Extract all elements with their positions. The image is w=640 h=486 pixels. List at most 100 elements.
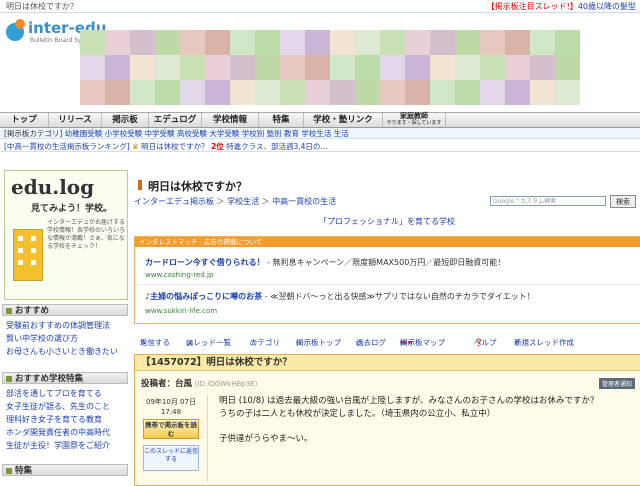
board-top-label: 掲示板トップ xyxy=(296,338,341,347)
mosaic-tile xyxy=(405,55,430,80)
mosaic-tile xyxy=(130,55,155,80)
mosaic-tile xyxy=(555,80,580,105)
category-link[interactable]: 塾別 xyxy=(267,129,282,138)
nav-tutor[interactable]: 家庭教師 やります・探しています xyxy=(383,113,446,127)
post-body-line: 明日 (10/8) は過去最大級の強い台風が上陸しますが、みなさんのお子さんの学… xyxy=(219,396,599,406)
ranking-link[interactable]: [中高一貫校の生活掲示板ランキング] xyxy=(4,142,130,151)
hot-thread-link[interactable]: 40歳以降の髪型 xyxy=(578,2,636,11)
hot-thread-ticker[interactable]: 【掲示板注目スレッド!】40歳以降の髪型 xyxy=(487,1,636,12)
mosaic-tile xyxy=(430,55,455,80)
nav-school-info[interactable]: 学校情報 xyxy=(202,113,259,127)
mosaic-tile xyxy=(455,55,480,80)
search-button[interactable]: 検索 xyxy=(610,195,636,208)
sidebar-link[interactable]: 賢い中学校の選び方 xyxy=(6,333,78,345)
mosaic-tile xyxy=(230,80,255,105)
category-link[interactable]: 教育 xyxy=(284,129,299,138)
ad-1-text: - 無利息キャンペーン／限度額MAX500万円／最短即日融資可能！ xyxy=(264,258,506,267)
rank-2-badge: 2位 xyxy=(211,142,224,151)
sidebar-section-school-feature: おすすめ学校特集 xyxy=(2,372,128,384)
category-link[interactable]: 生活 xyxy=(334,129,349,138)
ad-header[interactable]: インタレストマッチ - 広告の掲載について xyxy=(135,237,640,247)
ad-1[interactable]: カードローン今すぐ借りられる！ - 無利息キャンペーン／限度額MAX500万円／… xyxy=(145,257,505,268)
mosaic-tile xyxy=(205,30,230,55)
ranking-second[interactable]: 特進クラス、部活週3,4日の... xyxy=(226,142,327,151)
mosaic-tile xyxy=(355,80,380,105)
category-link[interactable]: 幼稚園受験 xyxy=(65,129,103,138)
mosaic-tile xyxy=(155,55,180,80)
mosaic-tile xyxy=(380,80,405,105)
search-input[interactable]: Google™カスタム検索 xyxy=(490,196,606,206)
mosaic-tile xyxy=(530,30,555,55)
edulog-title: edu.log xyxy=(11,175,95,199)
mosaic-tile xyxy=(105,80,130,105)
mosaic-tile xyxy=(455,80,480,105)
nav-tutor-sub: やります・探しています xyxy=(386,120,442,126)
nav-school-links[interactable]: 学校・塾リンク xyxy=(304,113,383,127)
promo-link[interactable]: 「プロフェッショナル」を育てる学校 xyxy=(134,216,640,227)
mosaic-tile xyxy=(330,30,355,55)
ad-divider xyxy=(135,284,640,285)
mosaic-tile xyxy=(305,80,330,105)
category-link[interactable]: 学校別 xyxy=(242,129,265,138)
category-link[interactable]: 中学受験 xyxy=(145,129,175,138)
mobile-read-button[interactable]: 携帯で掲示板を読む xyxy=(143,419,199,439)
sidebar-link[interactable]: 女子生徒が語る、先生のこと xyxy=(6,401,110,413)
hot-label: 【掲示板注目スレッド!】 xyxy=(486,2,578,11)
mosaic-tile xyxy=(205,80,230,105)
ad-2-title[interactable]: ♪主婦の悩みぽっこりに噂のお茶 xyxy=(145,292,262,301)
mosaic-tile xyxy=(80,55,105,80)
ad-2[interactable]: ♪主婦の悩みぽっこりに噂のお茶 - ≪翌朝ドバ～っと出る快感≫サプリではない自然… xyxy=(145,291,535,302)
post-title: 【1457072】明日は休校ですか？ xyxy=(135,355,640,371)
mosaic-tile xyxy=(555,30,580,55)
mosaic-tile xyxy=(230,30,255,55)
category-link[interactable]: 大学受験 xyxy=(209,129,239,138)
breadcrumb-board[interactable]: インターエデュ掲示板 xyxy=(134,197,214,206)
mosaic-tile xyxy=(505,55,530,80)
sidebar-link[interactable]: 理科好き女子を育てる教育 xyxy=(6,414,102,426)
thread-reply-button[interactable]: このスレッドに返信する xyxy=(143,445,199,471)
breadcrumb: インターエデュ掲示板 ＞ 学校生活 ＞ 中高一貫校の生活 xyxy=(134,197,337,206)
poster-label: 投稿者： xyxy=(141,379,176,389)
nav-edulog[interactable]: エデュログ xyxy=(149,113,202,127)
sidebar-link[interactable]: 受験前おすすめの体調管理法 xyxy=(6,320,110,332)
post-date: 09年10月 07日 xyxy=(146,398,196,406)
edulog-description: インターエデュがお届けする学校情報！各学校のいろいろな情報が満載！さぁ、気になる… xyxy=(47,219,126,250)
mosaic-tile xyxy=(405,30,430,55)
past-log-label: 過去ログ xyxy=(356,338,386,347)
ad-1-title[interactable]: カードローン今すぐ借りられる！ xyxy=(145,258,265,267)
school-building-icon xyxy=(13,229,43,281)
nav-top[interactable]: トップ xyxy=(0,113,49,127)
sidebar-link[interactable]: 生徒が主役！学園祭をご紹介 xyxy=(6,440,110,452)
nav-release[interactable]: リリース xyxy=(49,113,102,127)
mosaic-tile xyxy=(255,80,280,105)
sidebar-link[interactable]: お母さんも小さいとき働きたい xyxy=(6,346,118,358)
edulog-subtitle: 見てみよう！学校。 xyxy=(31,204,113,214)
category-bar: [掲示板カテゴリ] 幼稚園受験 小学校受験 中学受験 高校受験 大学受験 学校別… xyxy=(0,128,640,139)
mosaic-tile xyxy=(480,80,505,105)
category-link[interactable]: 高校受験 xyxy=(177,129,207,138)
admin-notify-button[interactable]: 管理者通知 xyxy=(598,378,635,389)
breadcrumb-school-life[interactable]: 学校生活 xyxy=(227,197,259,206)
post-divider xyxy=(207,395,208,481)
post-time: 17:48 xyxy=(160,408,182,416)
ranking-ticker: [中高一貫校の生活掲示板ランキング] ♛ 明日は休校ですか？ 2位 特進クラス、… xyxy=(0,141,640,152)
ranking-first[interactable]: 明日は休校ですか？ xyxy=(141,142,209,151)
nav-board[interactable]: 掲示板 xyxy=(102,113,149,127)
sidebar-link[interactable]: 部活を通してプロを育てる xyxy=(6,388,102,400)
breadcrumb-chuko[interactable]: 中高一貫校の生活 xyxy=(272,197,336,206)
category-link[interactable]: 小学校受験 xyxy=(105,129,143,138)
reply-label: 返信する xyxy=(140,338,170,347)
thread-toolbar: ✎ 返信する ▤ スレッド一覧 ▫ カテゴリ ▫ 掲示板トップ ▫ 過去ログ new ▫ 掲示… xyxy=(134,336,640,350)
category-link[interactable]: 学校生活 xyxy=(301,129,331,138)
ad-1-url[interactable]: www.cashing-red.jp xyxy=(145,271,213,279)
sidebar-link[interactable]: ホンダ開発責任者の中高時代 xyxy=(6,427,110,439)
mosaic-tile xyxy=(430,80,455,105)
post-body-line: 子供達がうらやま～い。 xyxy=(219,434,313,444)
poster-line: 投稿者：台風 (ID:lQOWkHBp3E) xyxy=(141,377,257,389)
mosaic-tile xyxy=(180,30,205,55)
poster-name: 台風 xyxy=(175,379,193,389)
nav-feature[interactable]: 特集 xyxy=(259,113,304,127)
edulog-banner[interactable]: edu.log 見てみよう！学校。 インターエデュがお届けする学校情報！各学校の… xyxy=(4,170,128,300)
ad-2-url[interactable]: www.sukkiri-life.com xyxy=(145,307,217,315)
help-label: ヘルプ xyxy=(474,338,497,347)
